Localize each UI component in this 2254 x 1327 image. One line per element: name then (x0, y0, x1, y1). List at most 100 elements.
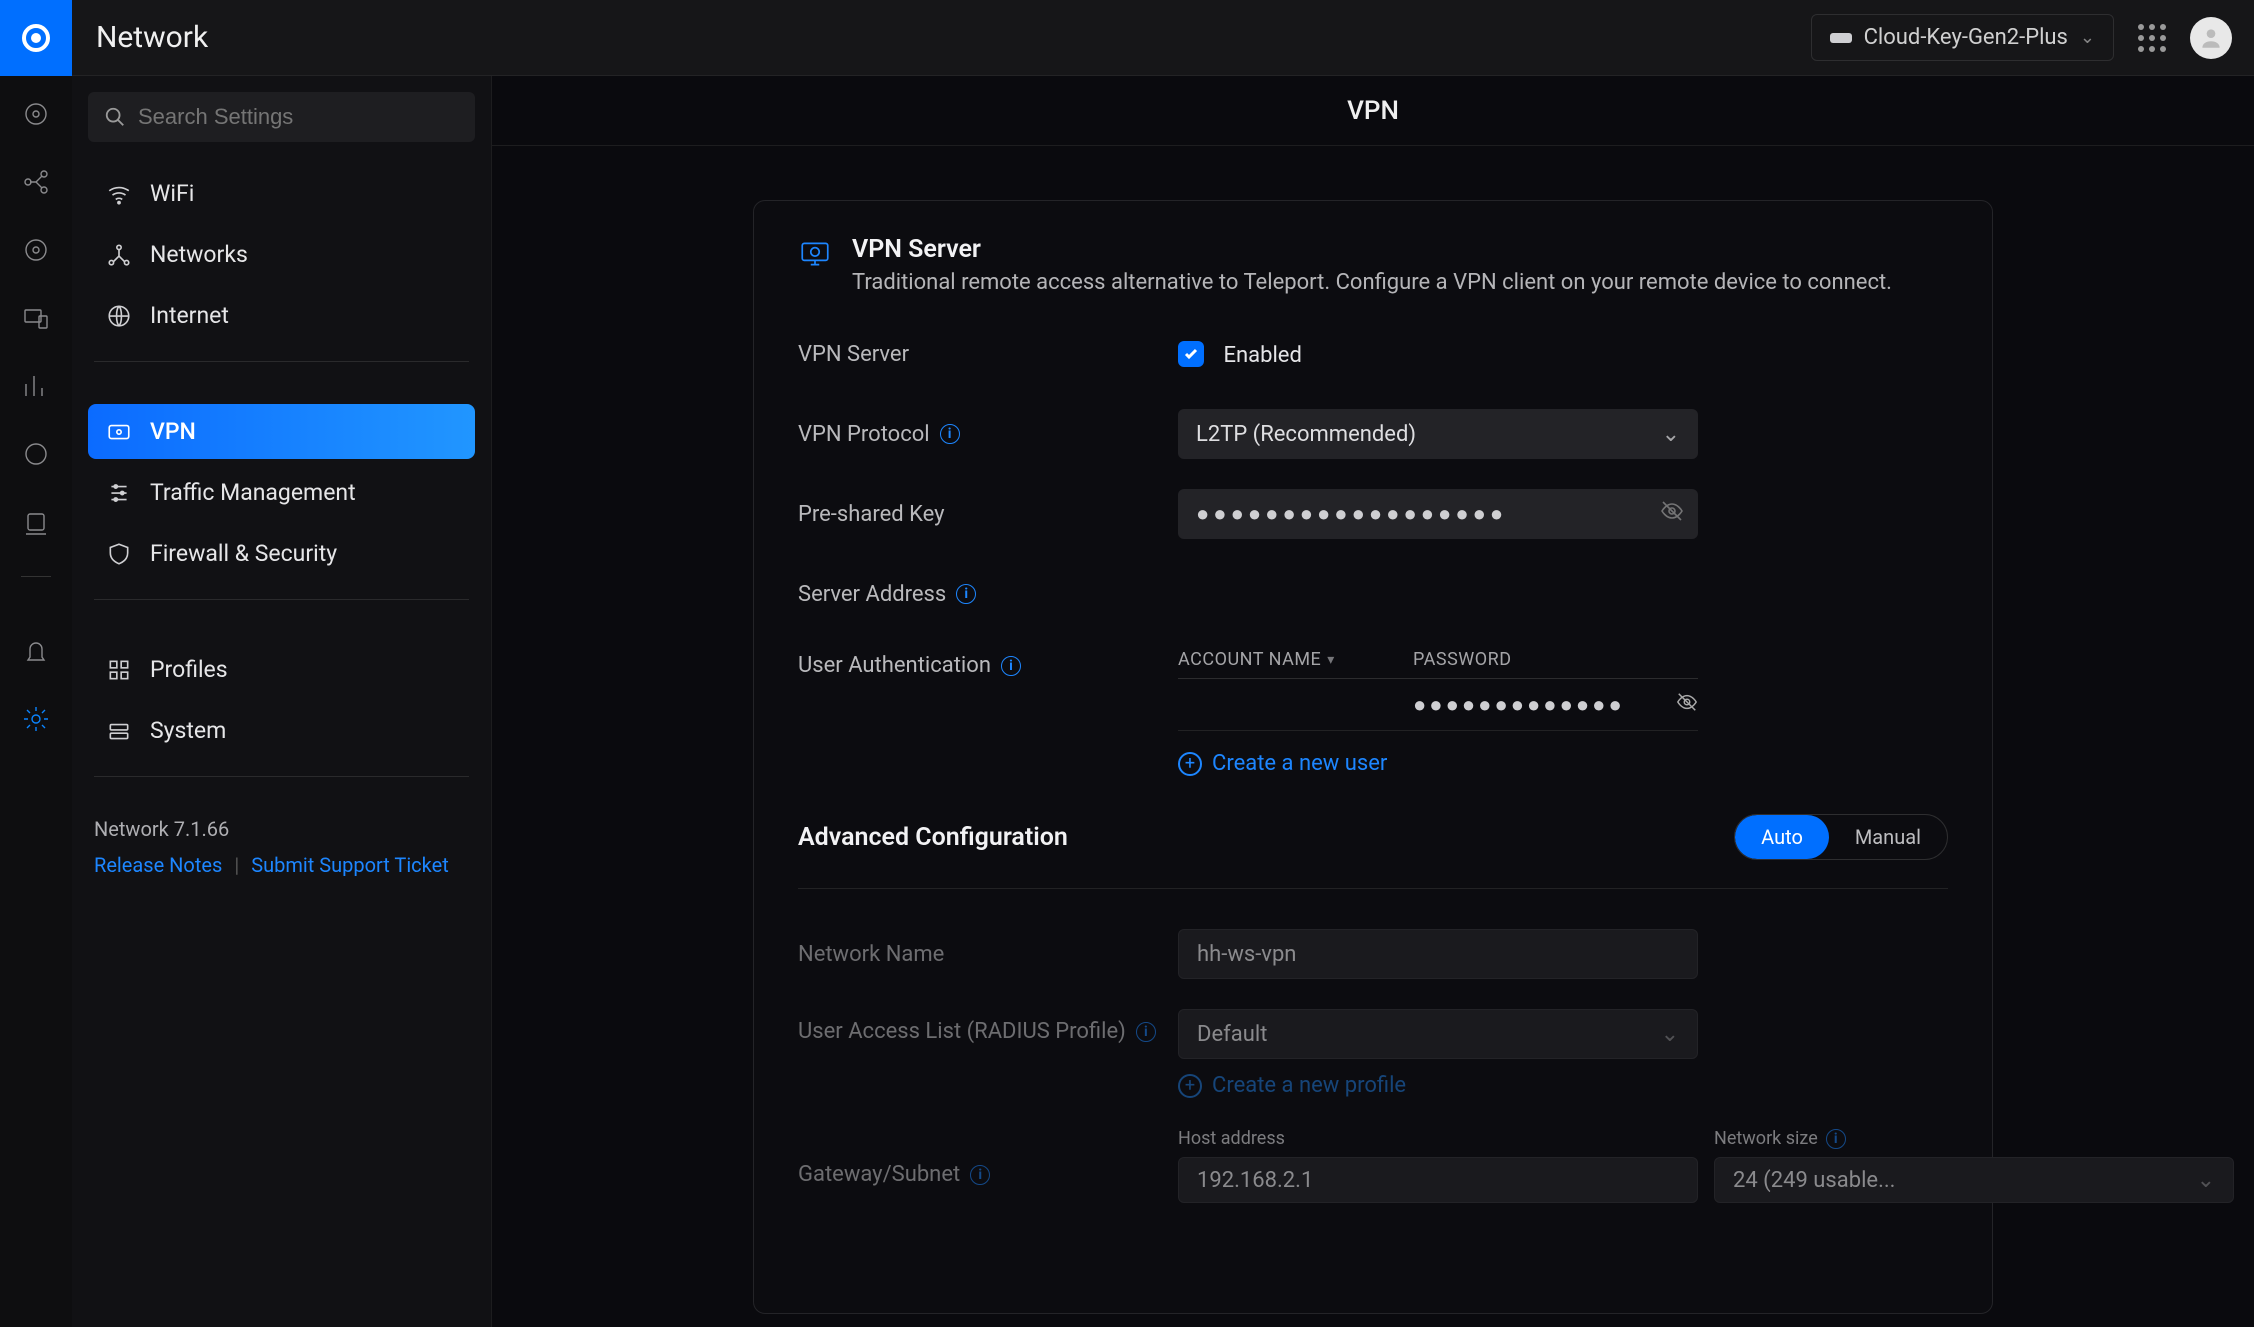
sidebar-item-networks[interactable]: Networks (88, 227, 475, 282)
create-user-link[interactable]: + Create a new user (1178, 751, 1698, 776)
rail-settings-icon[interactable] (18, 701, 54, 737)
section-title: VPN Server (852, 235, 1892, 264)
device-name: Cloud-Key-Gen2-Plus (1864, 25, 2068, 50)
plus-icon: + (1178, 1074, 1202, 1098)
device-picker[interactable]: Cloud-Key-Gen2-Plus ⌄ (1811, 14, 2114, 61)
vpn-server-panel: VPN Server Traditional remote access alt… (753, 200, 1993, 1314)
info-icon[interactable]: i (1136, 1022, 1156, 1042)
preshared-key-field[interactable]: ●●●●●●●●●●●●●●●●●● (1178, 489, 1698, 539)
rail-circle-icon[interactable] (18, 232, 54, 268)
nav-label: Networks (150, 241, 248, 268)
radius-profile-select: Default ⌄ (1178, 1009, 1698, 1059)
rail-insights-icon[interactable] (18, 436, 54, 472)
wifi-icon (106, 181, 132, 207)
device-icon (1830, 33, 1852, 43)
main-content: VPN VPN Server Traditional remote access… (492, 76, 2254, 1327)
plus-icon: + (1178, 752, 1202, 776)
advanced-title: Advanced Configuration (798, 823, 1068, 852)
label-user-auth: User Authentication i (798, 649, 1178, 678)
sidebar-item-profiles[interactable]: Profiles (88, 642, 475, 697)
search-settings[interactable] (88, 92, 475, 142)
user-auth-table: ACCOUNT NAME ▾ PASSWORD ●●●●●●●●●●●●● (1178, 649, 1698, 776)
profiles-icon (106, 657, 132, 683)
segment-manual[interactable]: Manual (1829, 815, 1947, 859)
rail-gateway-icon[interactable] (18, 504, 54, 540)
col-account-name[interactable]: ACCOUNT NAME ▾ (1178, 649, 1413, 670)
networks-icon (106, 242, 132, 268)
sidebar-item-system[interactable]: System (88, 703, 475, 758)
config-mode-toggle[interactable]: Auto Manual (1734, 814, 1948, 860)
nav-label: Internet (150, 302, 229, 329)
divider (94, 776, 469, 777)
sidebar-item-internet[interactable]: Internet (88, 288, 475, 343)
rail-dashboard-icon[interactable] (18, 96, 54, 132)
vpn-enabled-checkbox[interactable] (1178, 341, 1204, 367)
sidebar-item-vpn[interactable]: VPN (88, 404, 475, 459)
host-address-field: 192.168.2.1 (1178, 1157, 1698, 1203)
divider (94, 361, 469, 362)
rail-devices-icon[interactable] (18, 300, 54, 336)
brand-logo[interactable] (0, 0, 72, 76)
section-desc: Traditional remote access alternative to… (852, 270, 1892, 295)
search-icon (104, 106, 126, 128)
sidebar-footer: Network 7.1.66 Release Notes | Submit Su… (88, 813, 475, 877)
topbar: Network Cloud-Key-Gen2-Plus ⌄ (0, 0, 2254, 76)
sidebar-item-traffic[interactable]: Traffic Management (88, 465, 475, 520)
sort-icon: ▾ (1327, 652, 1335, 668)
version-text: Network 7.1.66 (94, 817, 469, 841)
info-icon[interactable]: i (970, 1165, 990, 1185)
icon-rail (0, 76, 72, 1327)
label-server-address: Server Address i (798, 582, 1178, 607)
info-icon[interactable]: i (1826, 1129, 1846, 1149)
label-radius-profile: User Access List (RADIUS Profile) i (798, 1009, 1178, 1044)
psk-mask: ●●●●●●●●●●●●●●●●●● (1196, 501, 1507, 527)
eye-off-icon[interactable] (1676, 691, 1698, 719)
eye-off-icon[interactable] (1660, 499, 1684, 529)
label-vpn-protocol: VPN Protocol i (798, 422, 1178, 447)
info-icon[interactable]: i (940, 424, 960, 444)
nav-label: VPN (150, 418, 196, 445)
user-password-mask: ●●●●●●●●●●●●● (1413, 692, 1625, 718)
nav-label: System (150, 717, 226, 744)
user-avatar[interactable] (2190, 17, 2232, 59)
settings-sidebar: WiFi Networks Internet VPN (72, 76, 492, 1327)
protocol-select[interactable]: L2TP (Recommended) ⌄ (1178, 409, 1698, 459)
nav-label: Traffic Management (150, 479, 356, 506)
globe-icon (106, 303, 132, 329)
apps-grid-icon[interactable] (2138, 24, 2166, 52)
col-password: PASSWORD (1413, 649, 1698, 670)
label-host-address: Host address (1178, 1128, 1698, 1149)
chevron-down-icon: ⌄ (2080, 27, 2095, 48)
info-icon[interactable]: i (1001, 656, 1021, 676)
nav-label: Firewall & Security (150, 540, 337, 567)
nav-label: WiFi (150, 180, 194, 207)
chevron-down-icon: ⌄ (2197, 1168, 2215, 1193)
label-vpn-server: VPN Server (798, 342, 1178, 367)
label-network-name: Network Name (798, 942, 1178, 967)
rail-stats-icon[interactable] (18, 368, 54, 404)
search-input[interactable] (138, 104, 459, 130)
sidebar-item-wifi[interactable]: WiFi (88, 166, 475, 221)
rail-topology-icon[interactable] (18, 164, 54, 200)
traffic-icon (106, 480, 132, 506)
sidebar-item-firewall[interactable]: Firewall & Security (88, 526, 475, 581)
page-title: VPN (492, 76, 2254, 146)
support-ticket-link[interactable]: Submit Support Ticket (251, 853, 449, 877)
segment-auto[interactable]: Auto (1735, 815, 1829, 859)
create-profile-link: + Create a new profile (1178, 1073, 1948, 1098)
vpn-icon (106, 419, 132, 445)
info-icon[interactable]: i (956, 584, 976, 604)
app-title: Network (96, 20, 208, 55)
nav-label: Profiles (150, 656, 228, 683)
label-preshared-key: Pre-shared Key (798, 502, 1178, 527)
release-notes-link[interactable]: Release Notes (94, 853, 222, 877)
shield-icon (106, 541, 132, 567)
rail-notifications-icon[interactable] (18, 633, 54, 669)
user-row[interactable]: ●●●●●●●●●●●●● (1178, 679, 1698, 731)
system-icon (106, 718, 132, 744)
protocol-value: L2TP (Recommended) (1196, 422, 1416, 447)
divider (94, 599, 469, 600)
label-network-size: Network size i (1714, 1128, 2234, 1149)
chevron-down-icon: ⌄ (1662, 422, 1680, 447)
enabled-label: Enabled (1223, 343, 1301, 368)
